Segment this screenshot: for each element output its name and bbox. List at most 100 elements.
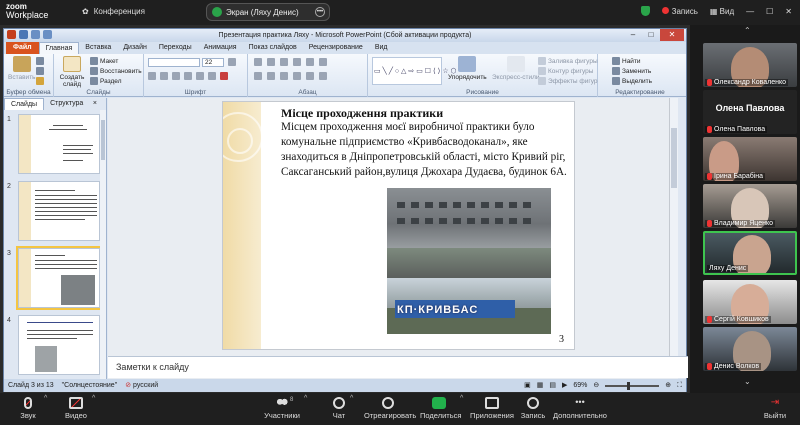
shapes-gallery[interactable]: ▭ ╲ ╱ ○ △ ⇨ ▭ ☐ ⟨ ⟩ ☆ ⬡ <box>372 57 457 85</box>
minimize-icon[interactable]: — <box>746 7 754 16</box>
columns-icon[interactable] <box>306 72 314 80</box>
ppt-minimize-icon[interactable]: – <box>624 29 642 41</box>
participant-tile[interactable]: Денис Волков <box>703 327 797 371</box>
zoom-level[interactable]: 69% <box>573 379 587 392</box>
shield-icon[interactable] <box>640 6 650 16</box>
align-right-icon[interactable] <box>280 72 288 80</box>
audio-button[interactable]: Звук <box>14 397 42 420</box>
close-icon[interactable]: ✕ <box>785 7 792 16</box>
select-button[interactable]: Выделить <box>612 77 652 85</box>
chat-options-caret[interactable]: ^ <box>350 395 353 402</box>
copy-icon[interactable] <box>36 67 44 75</box>
quick-styles-button[interactable]: Экспресс-стили <box>492 56 540 81</box>
participant-tile-active[interactable]: Ляху Денис <box>703 231 797 275</box>
slide-body-text[interactable]: Місцем проходження моєї виробничої практ… <box>281 120 569 180</box>
maximize-icon[interactable]: ☐ <box>766 7 773 16</box>
panel-close-icon[interactable]: × <box>87 98 103 110</box>
tab-view[interactable]: Вид <box>369 42 394 54</box>
slide-thumbnail-4[interactable] <box>18 315 100 375</box>
participant-tile[interactable]: Ірина Барабіна <box>703 137 797 181</box>
smartart-icon[interactable] <box>319 72 327 80</box>
justify-icon[interactable] <box>293 72 301 80</box>
more-icon[interactable]: ••• <box>315 7 325 17</box>
font-size-field[interactable]: 22 <box>202 58 224 67</box>
record-button[interactable]: Запись <box>520 397 546 420</box>
shape-outline-button[interactable]: Контур фигуры <box>538 67 593 75</box>
line-spacing-icon[interactable] <box>306 58 314 66</box>
reading-view-icon[interactable]: ▤ <box>549 379 556 392</box>
zoom-in-icon[interactable]: ⊕ <box>665 379 671 392</box>
shape-effects-button[interactable]: Эффекты фигур <box>538 77 598 85</box>
participants-options-caret[interactable]: ^ <box>304 395 307 402</box>
language-indicator[interactable]: ⊘ русский <box>125 379 158 392</box>
leave-button[interactable]: ⇥ Выйти <box>762 397 788 420</box>
align-center-icon[interactable] <box>267 72 275 80</box>
italic-icon[interactable] <box>160 72 168 80</box>
conference-menu[interactable]: ✿ Конференция <box>82 7 145 16</box>
create-slide-button[interactable]: Создать слайд <box>58 56 86 88</box>
record-indicator[interactable]: Запись <box>661 6 698 16</box>
bold-icon[interactable] <box>148 72 156 80</box>
bullets-icon[interactable] <box>254 58 262 66</box>
replace-button[interactable]: Заменить <box>612 67 651 75</box>
participant-tile[interactable]: Владимир Яценко <box>703 184 797 228</box>
participants-button[interactable]: Участники <box>262 397 302 420</box>
slide-title[interactable]: Місце проходження практики <box>281 106 443 121</box>
tab-slideshow[interactable]: Показ слайдов <box>243 42 303 54</box>
font-color-icon[interactable] <box>220 72 228 80</box>
format-painter-icon[interactable] <box>36 77 44 85</box>
tab-home[interactable]: Главная <box>38 41 80 55</box>
slide-thumbnail-1[interactable] <box>18 114 100 174</box>
tab-slides[interactable]: Слайды <box>4 98 45 110</box>
current-slide[interactable]: Місце проходження практики Місцем проход… <box>222 101 575 350</box>
indent-increase-icon[interactable] <box>293 58 301 66</box>
screen-share-indicator[interactable]: Экран (Ляху Денис) ••• <box>206 3 330 21</box>
chevron-down-icon[interactable]: ⌄ <box>744 377 751 386</box>
building-photo[interactable] <box>387 188 551 278</box>
find-button[interactable]: Найти <box>612 57 641 65</box>
participant-tile[interactable]: Олександр Коваленко <box>703 43 797 87</box>
redo-icon[interactable] <box>43 30 52 39</box>
shape-fill-button[interactable]: Заливка фигуры <box>538 57 598 65</box>
sorter-view-icon[interactable]: ▦ <box>537 379 544 392</box>
reset-button[interactable]: Восстановить <box>90 67 142 75</box>
react-button[interactable]: Отреагировать <box>364 397 416 420</box>
zoom-slider[interactable] <box>605 381 660 390</box>
tab-insert[interactable]: Вставка <box>79 42 117 54</box>
slideshow-view-icon[interactable]: ▶ <box>562 379 567 392</box>
spacing-icon[interactable] <box>208 72 216 80</box>
normal-view-icon[interactable]: ▣ <box>524 379 531 392</box>
slide-scrollbar[interactable] <box>669 98 678 356</box>
cut-icon[interactable] <box>36 57 44 65</box>
save-icon[interactable] <box>19 30 28 39</box>
video-options-caret[interactable]: ^ <box>92 395 95 402</box>
grow-font-icon[interactable] <box>228 58 236 66</box>
zoom-out-icon[interactable]: ⊖ <box>593 379 599 392</box>
ppt-maximize-icon[interactable]: □ <box>642 29 660 41</box>
paste-button[interactable]: Вставить <box>8 56 36 81</box>
audio-options-caret[interactable]: ^ <box>44 395 47 402</box>
share-button[interactable]: Поделиться <box>420 397 461 420</box>
tab-file[interactable]: Файл <box>6 42 39 54</box>
chat-button[interactable]: Чат <box>328 397 350 420</box>
ppt-close-icon[interactable]: ✕ <box>660 29 684 41</box>
align-left-icon[interactable] <box>254 72 262 80</box>
fit-slide-icon[interactable]: ⛶ <box>677 379 682 392</box>
tab-design[interactable]: Дизайн <box>117 42 153 54</box>
participant-tile[interactable]: Сергій Ковшиков <box>703 280 797 324</box>
shadow-icon[interactable] <box>196 72 204 80</box>
numbering-icon[interactable] <box>267 58 275 66</box>
view-menu[interactable]: ▦ Вид <box>710 7 734 16</box>
video-button[interactable]: Видео <box>62 397 90 420</box>
layout-button[interactable]: Макет <box>90 57 118 65</box>
text-direction-icon[interactable] <box>319 58 327 66</box>
tab-outline[interactable]: Структура <box>44 98 89 110</box>
apps-button[interactable]: Приложения <box>470 397 514 420</box>
tab-animation[interactable]: Анимация <box>198 42 243 54</box>
more-button[interactable]: ••• Дополнительно <box>552 397 608 420</box>
section-button[interactable]: Раздел <box>90 77 121 85</box>
notes-pane[interactable]: Заметки к слайду <box>108 356 688 378</box>
undo-icon[interactable] <box>31 30 40 39</box>
arrange-button[interactable]: Упорядочить <box>448 56 487 81</box>
underline-icon[interactable] <box>172 72 180 80</box>
